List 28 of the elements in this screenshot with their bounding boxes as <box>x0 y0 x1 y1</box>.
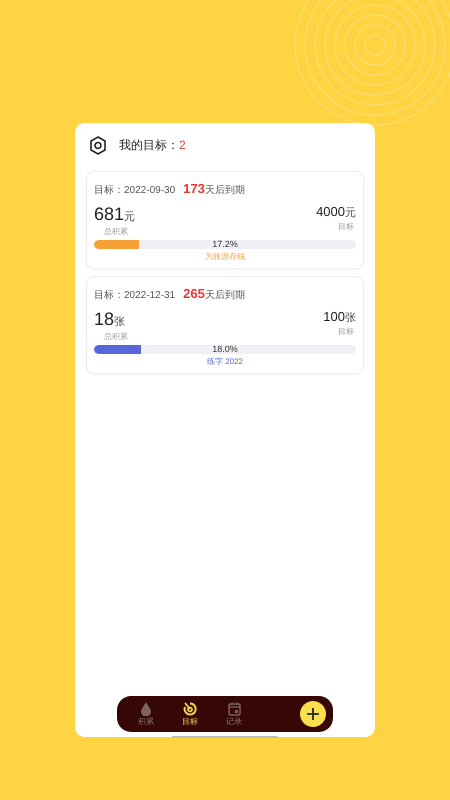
tab[interactable]: 记录 <box>219 702 249 726</box>
current-label: 总积累 <box>103 226 129 237</box>
add-button[interactable] <box>300 701 326 727</box>
target-label: 目标 <box>337 221 355 232</box>
days-remaining: 265天后到期 <box>183 286 245 302</box>
target-amount: 4000元 <box>316 204 356 220</box>
target-icon <box>183 702 197 716</box>
goal-card[interactable]: 目标：2022-09-30 173天后到期 681元 总积累 4000元 目标 17.2% 为旅游存钱 <box>86 171 364 269</box>
progress-percent: 17.2% <box>211 240 239 249</box>
target-label: 目标 <box>337 326 355 337</box>
tab[interactable]: 积累 <box>131 702 161 726</box>
days-remaining: 173天后到期 <box>183 181 245 197</box>
current-amount: 681元 <box>94 204 136 225</box>
due-date: 目标：2022-09-30 <box>94 184 176 197</box>
goal-name: 为旅游存钱 <box>204 251 246 262</box>
target-amount: 100张 <box>323 309 356 325</box>
goals-count-label: 我的目标：2 <box>119 136 186 154</box>
current-label: 总积累 <box>103 331 129 342</box>
settings-icon[interactable] <box>89 136 107 154</box>
calendar-icon <box>228 702 240 716</box>
due-date: 目标：2022-12-31 <box>94 288 176 302</box>
goal-card[interactable]: 目标：2022-12-31 265天后到期 18张 总积累 100张 目标 18.0% 练字 2022 <box>86 276 364 374</box>
goal-name: 练字 2022 <box>206 356 244 367</box>
current-amount: 18张 <box>94 309 126 330</box>
tab[interactable]: 目标 <box>175 702 205 726</box>
drop-icon <box>141 702 151 716</box>
plus-icon <box>306 707 320 721</box>
progress-percent: 18.0% <box>211 345 239 354</box>
